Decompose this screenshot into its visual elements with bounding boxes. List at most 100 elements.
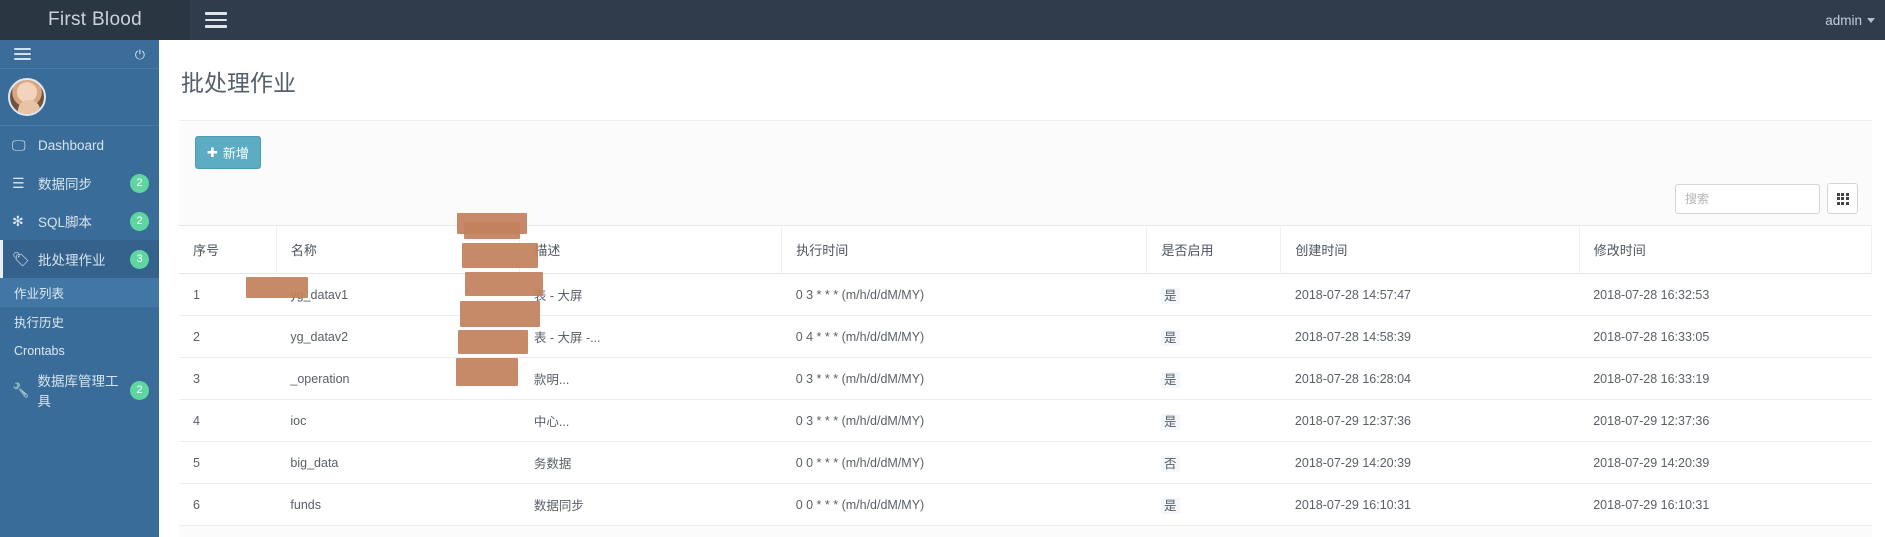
grid-icon [1836, 192, 1849, 205]
sidebar-subitem-crontabs[interactable]: Crontabs [0, 336, 159, 365]
cell-modified: 2018-07-29 16:10:31 [1579, 483, 1872, 526]
content-panel: ✚ 新增 序号 名称 描述 执行时间 [179, 120, 1873, 537]
cell-description: 数据同步 [519, 483, 782, 526]
cell-created: 2018-07-28 14:57:47 [1280, 273, 1580, 316]
sidebar-item-label: 批处理作业 [38, 253, 106, 268]
column-header-modified[interactable]: 修改时间 [1579, 225, 1873, 274]
cell-modified: 2018-07-28 16:33:05 [1579, 315, 1872, 358]
search-input[interactable] [1675, 183, 1820, 214]
cell-description: 款明... [519, 357, 782, 400]
cell-description: 表 - 大屏 [519, 273, 782, 316]
column-header-desc[interactable]: 描述 [519, 225, 783, 274]
cell-cron: 0 0 * * * (m/h/d/dM/MY) [781, 441, 1147, 484]
cell-cron: 0 3 * * * (m/h/d/dM/MY) [781, 273, 1147, 316]
table-row[interactable]: 5 big_data 务数据 0 0 * * * (m/h/d/dM/MY) 否 2018… [179, 441, 1872, 484]
app-root: First Blood admin ⏻ 🖵 Dashboard ☰ 数据同步 2 [0, 0, 1885, 537]
top-navbar: First Blood admin [0, 0, 1885, 40]
cell-name: yg_datav2 [276, 315, 520, 358]
status-badge: 2 [130, 380, 149, 400]
status-badge: 2 [130, 173, 149, 193]
cell-enabled: 是 [1146, 315, 1281, 358]
sidebar-item-dashboard[interactable]: 🖵 Dashboard [0, 126, 159, 164]
sidebar-header: ⏻ [0, 40, 159, 69]
sidebar-bottom-filler [0, 509, 159, 537]
brand-logo[interactable]: First Blood [0, 0, 190, 40]
column-header-seq[interactable]: 序号 [179, 225, 277, 274]
table-row[interactable]: 4 ioc 中心... 0 3 * * * (m/h/d/dM/MY) 是 2018-07… [179, 399, 1872, 442]
cell-name: yg_datav1 [276, 273, 520, 316]
cell-enabled: 是 [1146, 357, 1281, 400]
user-menu[interactable]: admin [1825, 13, 1885, 28]
list-icon: ☰ [12, 174, 25, 191]
status-badge: 3 [130, 249, 149, 269]
cell-name: ioc [276, 399, 520, 442]
sidebar-subitem-job-list[interactable]: 作业列表 [0, 278, 159, 307]
sidebar-avatar-area [0, 69, 159, 126]
status-badge: 2 [130, 211, 149, 231]
wrench-icon: 🔧 [12, 381, 30, 398]
sidebar-collapse-icon[interactable] [14, 45, 31, 63]
chevron-down-icon [1867, 17, 1875, 23]
table-header-row: 序号 名称 描述 执行时间 是否启用 创建时间 修改时间 [179, 225, 1873, 274]
main-content: 批处理作业 ✚ 新增 序号 [159, 40, 1885, 537]
table-tools [179, 171, 1872, 225]
cell-name: big_data [276, 441, 520, 484]
cell-modified: 2018-07-28 16:32:53 [1579, 273, 1872, 316]
table-row[interactable]: 2 yg_datav2 表 - 大屏 -... 0 4 * * * (m/h/d/dM… [179, 315, 1872, 358]
cell-enabled: 是 [1146, 273, 1281, 316]
cell-name: _operation [276, 357, 520, 400]
sidebar-toggle-button[interactable] [190, 0, 242, 40]
enabled-value: 是 [1160, 288, 1180, 304]
table-row[interactable]: 3 _operation 款明... 0 3 * * * (m/h/d/dM/MY) 是… [179, 357, 1872, 400]
cell-cron: 0 3 * * * (m/h/d/dM/MY) [781, 357, 1147, 400]
panel-toolbar: ✚ 新增 [179, 121, 1872, 171]
table-header: 序号 名称 描述 执行时间 是否启用 创建时间 修改时间 [179, 225, 1873, 274]
sidebar-subitem-exec-history[interactable]: 执行历史 [0, 307, 159, 336]
column-header-cron[interactable]: 执行时间 [781, 225, 1148, 274]
enabled-value: 是 [1160, 498, 1180, 514]
sidebar-item-db-tools[interactable]: 🔧 数据库管理工具 2 [0, 371, 159, 409]
cell-enabled: 否 [1146, 441, 1281, 484]
add-button-label: 新增 [222, 146, 249, 161]
cell-created: 2018-07-29 12:37:36 [1280, 399, 1580, 442]
sidebar-item-batch-jobs[interactable]: 🏷 批处理作业 3 [0, 240, 159, 278]
cell-created: 2018-07-29 16:10:31 [1280, 483, 1580, 526]
table-footer-info: 显示第 1 到第 6 条记录，总共 6 条记录 [179, 526, 1872, 537]
cell-created: 2018-07-28 14:58:39 [1280, 315, 1580, 358]
sidebar-item-label: Dashboard [38, 137, 105, 153]
cell-enabled: 是 [1146, 399, 1281, 442]
column-header-enabled[interactable]: 是否启用 [1146, 225, 1282, 274]
cell-modified: 2018-07-28 16:33:19 [1579, 357, 1872, 400]
table-row[interactable]: 6 funds 数据同步 0 0 * * * (m/h/d/dM/MY) 是 2018-0… [179, 483, 1872, 526]
column-header-name[interactable]: 名称 [276, 225, 521, 274]
cell-enabled: 是 [1146, 483, 1281, 526]
cell-seq: 5 [179, 441, 277, 484]
column-chooser-button[interactable] [1827, 183, 1858, 214]
enabled-value: 是 [1160, 372, 1180, 388]
cell-seq: 6 [179, 483, 277, 526]
sidebar-subitem-label: Crontabs [14, 343, 65, 358]
user-menu-label: admin [1825, 12, 1862, 28]
cell-created: 2018-07-29 14:20:39 [1280, 441, 1580, 484]
monitor-icon: 🖵 [12, 136, 26, 153]
sidebar-item-data-sync[interactable]: ☰ 数据同步 2 [0, 164, 159, 202]
hamburger-icon [205, 8, 227, 32]
plus-icon: ✚ [207, 145, 218, 160]
avatar[interactable] [8, 78, 46, 116]
tag-icon: 🏷 [12, 250, 30, 267]
sidebar-subitem-label: 作业列表 [14, 287, 65, 301]
cell-cron: 0 3 * * * (m/h/d/dM/MY) [781, 399, 1147, 442]
cell-description: 中心... [519, 399, 782, 442]
cell-created: 2018-07-28 16:28:04 [1280, 357, 1580, 400]
cell-name: funds [276, 483, 520, 526]
table-row[interactable]: 1 yg_datav1 表 - 大屏 0 3 * * * (m/h/d/dM/MY) 是… [179, 273, 1872, 316]
cell-seq: 4 [179, 399, 277, 442]
add-button[interactable]: ✚ 新增 [195, 136, 261, 169]
sidebar: ⏻ 🖵 Dashboard ☰ 数据同步 2 ✻ SQL脚本 2 🏷 批处理作业… [0, 40, 159, 537]
jobs-table: 序号 名称 描述 执行时间 是否启用 创建时间 修改时间 1 yg_datav1 表… [179, 225, 1873, 526]
cell-cron: 0 0 * * * (m/h/d/dM/MY) [781, 483, 1147, 526]
column-header-created[interactable]: 创建时间 [1280, 225, 1580, 274]
power-icon[interactable]: ⏻ [135, 48, 145, 61]
sidebar-item-sql-script[interactable]: ✻ SQL脚本 2 [0, 202, 159, 240]
page-title: 批处理作业 [181, 70, 296, 96]
